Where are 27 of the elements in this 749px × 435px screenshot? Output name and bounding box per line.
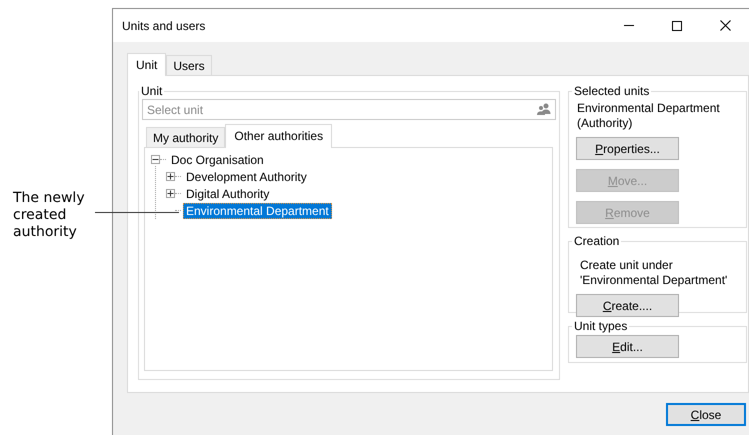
selection-text: Environmental Department (Authority) <box>576 100 721 132</box>
collapse-icon[interactable] <box>151 155 160 164</box>
tree-item[interactable]: Development Authority <box>183 168 310 184</box>
group-title: Creation <box>573 234 620 248</box>
tab[interactable]: Other authorities <box>225 124 332 148</box>
tab[interactable]: Users <box>166 55 212 75</box>
group-title: Unit types <box>573 319 628 333</box>
tab[interactable]: Unit <box>127 53 166 76</box>
button[interactable]: Close <box>666 403 746 426</box>
expand-icon[interactable] <box>166 172 175 181</box>
button[interactable]: Properties... <box>576 137 679 160</box>
tab[interactable]: My authority <box>146 127 226 147</box>
window-title: Units and users <box>122 18 206 32</box>
button[interactable]: Edit... <box>576 335 679 358</box>
button[interactable]: Create.... <box>576 294 679 317</box>
group-title: Unit <box>140 84 164 98</box>
expand-icon[interactable] <box>166 189 175 198</box>
close-icon[interactable] <box>720 20 730 31</box>
creation-text: Create unit under 'Environmental Department' <box>579 257 728 289</box>
users-icon <box>537 103 551 115</box>
group-title: Selected units <box>573 84 650 98</box>
search-field[interactable]: Select unit <box>142 99 556 120</box>
tree-item[interactable]: Environmental Department <box>183 202 332 218</box>
annotation-text: The newly created authority <box>13 190 86 241</box>
tree-item[interactable]: Doc Organisation <box>168 152 267 168</box>
maximize-icon[interactable] <box>672 20 682 30</box>
tree-item[interactable]: Digital Authority <box>183 186 272 202</box>
